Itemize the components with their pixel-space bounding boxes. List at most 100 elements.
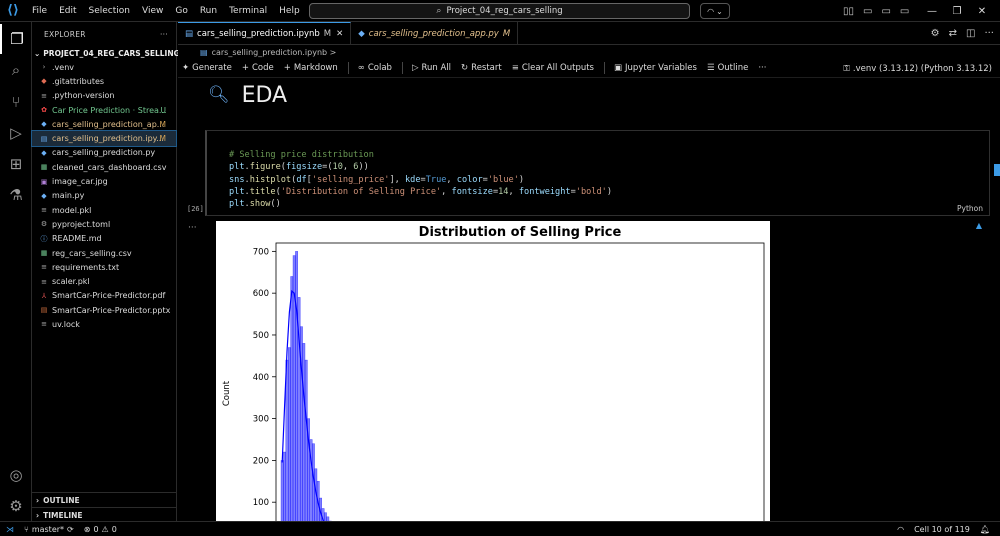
file-item[interactable]: ◆ cars_selling_prediction.py xyxy=(32,146,176,160)
close-button[interactable]: ✕ xyxy=(962,0,1000,22)
copilot-status-icon[interactable]: ◠ xyxy=(897,525,904,534)
split-editor-icon[interactable]: ◫ xyxy=(966,28,975,39)
menu-item-file[interactable]: File xyxy=(26,0,53,22)
account-icon[interactable]: ◎ xyxy=(0,460,32,490)
file-item[interactable]: ≡ uv.lock xyxy=(32,317,176,331)
generate-button[interactable]: ✦ Generate xyxy=(182,63,232,73)
file-item[interactable]: ◆ .gitattributes xyxy=(32,74,176,88)
search-icon[interactable]: ⌕ xyxy=(0,55,32,85)
toggle-sidebar-icon[interactable]: ▭ xyxy=(863,6,872,17)
branch-indicator[interactable]: ⑂ master* ⟳ xyxy=(24,525,74,534)
add-code-button[interactable]: + Code xyxy=(242,63,274,73)
menu-item-go[interactable]: Go xyxy=(169,0,193,22)
toggle-secondary-sidebar-icon[interactable]: ▭ xyxy=(900,6,909,17)
timeline-section[interactable]: › TIMELINE xyxy=(32,507,177,522)
notebook-icon: ▤ xyxy=(40,134,48,143)
file-item[interactable]: ▤ cars_selling_prediction.ipy... M xyxy=(31,130,177,147)
git-status-badge: U xyxy=(160,105,167,115)
tab-app-py[interactable]: ◆ cars_selling_prediction_app.py M xyxy=(351,22,519,45)
git-status-badge: M xyxy=(159,134,166,144)
search-text: Project_04_reg_cars_selling xyxy=(446,6,563,16)
file-item[interactable]: › .venv xyxy=(32,60,176,74)
file-item[interactable]: ≡ .python-version xyxy=(32,89,176,103)
file-name: .gitattributes xyxy=(52,76,105,86)
code-cell[interactable]: # Selling price distribution plt.figure(… xyxy=(187,130,990,216)
problems-indicator[interactable]: ⊗ 0 ⚠ 0 xyxy=(84,525,117,534)
file-item[interactable]: ⓘ README.md xyxy=(32,232,176,246)
outline-section[interactable]: › OUTLINE xyxy=(32,492,177,507)
more-toolbar-button[interactable]: ··· xyxy=(758,63,766,73)
extensions-icon[interactable]: ⊞ xyxy=(0,149,32,179)
add-markdown-button[interactable]: + Markdown xyxy=(284,63,338,73)
file-item[interactable]: ▦ reg_cars_selling.csv xyxy=(32,246,176,260)
jupyter-variables-button[interactable]: ▣ Jupyter Variables xyxy=(614,63,697,73)
file-item[interactable]: ⚙ pyproject.toml xyxy=(32,217,176,231)
file-item[interactable]: ≡ model.pkl xyxy=(32,203,176,217)
settings-gear-icon[interactable]: ⚙ xyxy=(0,491,32,521)
file-name: scaler.pkl xyxy=(52,277,90,287)
close-tab-icon[interactable]: ✕ xyxy=(336,29,343,39)
toggle-panel-icon[interactable]: ▭ xyxy=(881,6,890,17)
streamlit-icon: ✿ xyxy=(41,106,47,115)
menu-item-help[interactable]: Help xyxy=(273,0,306,22)
restart-button[interactable]: ↻ Restart xyxy=(461,63,502,73)
output-menu-icon[interactable]: ··· xyxy=(188,223,197,233)
menu-item-selection[interactable]: Selection xyxy=(83,0,136,22)
title-bar: ⟨⟩ File Edit Selection View Go Run Terminal Hel… xyxy=(0,0,1000,22)
variables-label: Jupyter Variables xyxy=(625,63,697,73)
markdown-cell[interactable]: 🔍︎ EDA xyxy=(208,81,287,109)
run-all-button[interactable]: ▷ Run All xyxy=(412,63,451,73)
copilot-button[interactable]: ◠ ⌄ xyxy=(700,3,730,19)
project-name: PROJECT_04_REG_CARS_SELLING xyxy=(43,48,180,58)
histogram-bar xyxy=(280,460,284,521)
gear-icon[interactable]: ⚙ xyxy=(931,28,940,39)
file-item[interactable]: ▤ SmartCar-Price-Predictor.pptx xyxy=(32,303,176,317)
testing-icon[interactable]: ⚗ xyxy=(0,180,32,210)
kernel-picker[interactable]: ⚿ .venv (3.13.12) (Python 3.13.12) xyxy=(843,59,992,78)
layout-icon[interactable]: ▯▯ xyxy=(843,6,854,17)
explorer-icon[interactable]: ❐ xyxy=(0,24,32,54)
file-item[interactable]: ▦ cleaned_cars_dashboard.csv xyxy=(32,160,176,174)
chevron-right-icon: › xyxy=(36,510,40,520)
colab-button[interactable]: ∞ Colab xyxy=(358,63,392,73)
clear-outputs-label: Clear All Outputs xyxy=(521,63,594,73)
clear-outputs-button[interactable]: ≡ Clear All Outputs xyxy=(512,63,594,73)
file-name: reg_cars_selling.csv xyxy=(52,248,132,258)
notifications-icon[interactable]: 🔔︎ xyxy=(980,525,990,534)
file-item[interactable]: ⅄ SmartCar-Price-Predictor.pdf xyxy=(32,289,176,303)
menu-item-edit[interactable]: Edit xyxy=(53,0,82,22)
run-debug-icon[interactable]: ▷ xyxy=(0,118,32,148)
more-actions-icon[interactable]: ··· xyxy=(984,28,994,39)
file-item[interactable]: ▣ image_car.jpg xyxy=(32,174,176,188)
remote-icon[interactable]: ⋊ xyxy=(6,525,14,534)
git-icon: ◆ xyxy=(41,77,47,86)
menu-item-view[interactable]: View xyxy=(136,0,169,22)
menu-item-terminal[interactable]: Terminal xyxy=(223,0,273,22)
outline-button[interactable]: ☰ Outline xyxy=(707,63,748,73)
activity-bar: ❐ ⌕ ⑂ ▷ ⊞ ⚗ ◎ ⚙ xyxy=(0,22,32,521)
command-center-search[interactable]: ⌕ Project_04_reg_cars_selling xyxy=(309,3,690,19)
explorer-sidebar: EXPLORER ··· ⌄ PROJECT_04_REG_CARS_SELLI… xyxy=(31,22,180,522)
file-item[interactable]: ✿ Car Price Prediction · Strea... U xyxy=(32,103,176,117)
file-item[interactable]: ◆ main.py xyxy=(32,189,176,203)
file-name: .python-version xyxy=(52,91,115,101)
file-name: cars_selling_prediction_ap... xyxy=(52,119,165,129)
code-editor[interactable]: # Selling price distribution plt.figure(… xyxy=(229,137,612,210)
cell-language[interactable]: Python xyxy=(957,204,983,213)
breadcrumb: ▤ cars_selling_prediction.ipynb > xyxy=(178,45,1000,59)
project-folder[interactable]: ⌄ PROJECT_04_REG_CARS_SELLING xyxy=(32,46,180,60)
more-actions-icon[interactable]: ··· xyxy=(160,30,168,39)
compare-icon[interactable]: ⇄ xyxy=(949,28,957,39)
cell-position[interactable]: Cell 10 of 119 xyxy=(914,525,970,534)
breadcrumb-path[interactable]: cars_selling_prediction.ipynb > xyxy=(212,48,337,57)
file-item[interactable]: ≡ requirements.txt xyxy=(32,260,176,274)
menu-item-run[interactable]: Run xyxy=(194,0,223,22)
file-item[interactable]: ≡ scaler.pkl xyxy=(32,274,176,288)
scroll-up-icon[interactable]: ▲ xyxy=(976,221,982,230)
y-tick-label: 200 xyxy=(253,456,269,466)
source-control-icon[interactable]: ⑂ xyxy=(0,87,32,117)
file-lines-icon: ≡ xyxy=(41,91,47,100)
plot-frame xyxy=(275,242,765,521)
tab-notebook[interactable]: ▤ cars_selling_prediction.ipynb M ✕ xyxy=(178,22,352,45)
file-item[interactable]: ◆ cars_selling_prediction_ap... M xyxy=(32,117,176,131)
